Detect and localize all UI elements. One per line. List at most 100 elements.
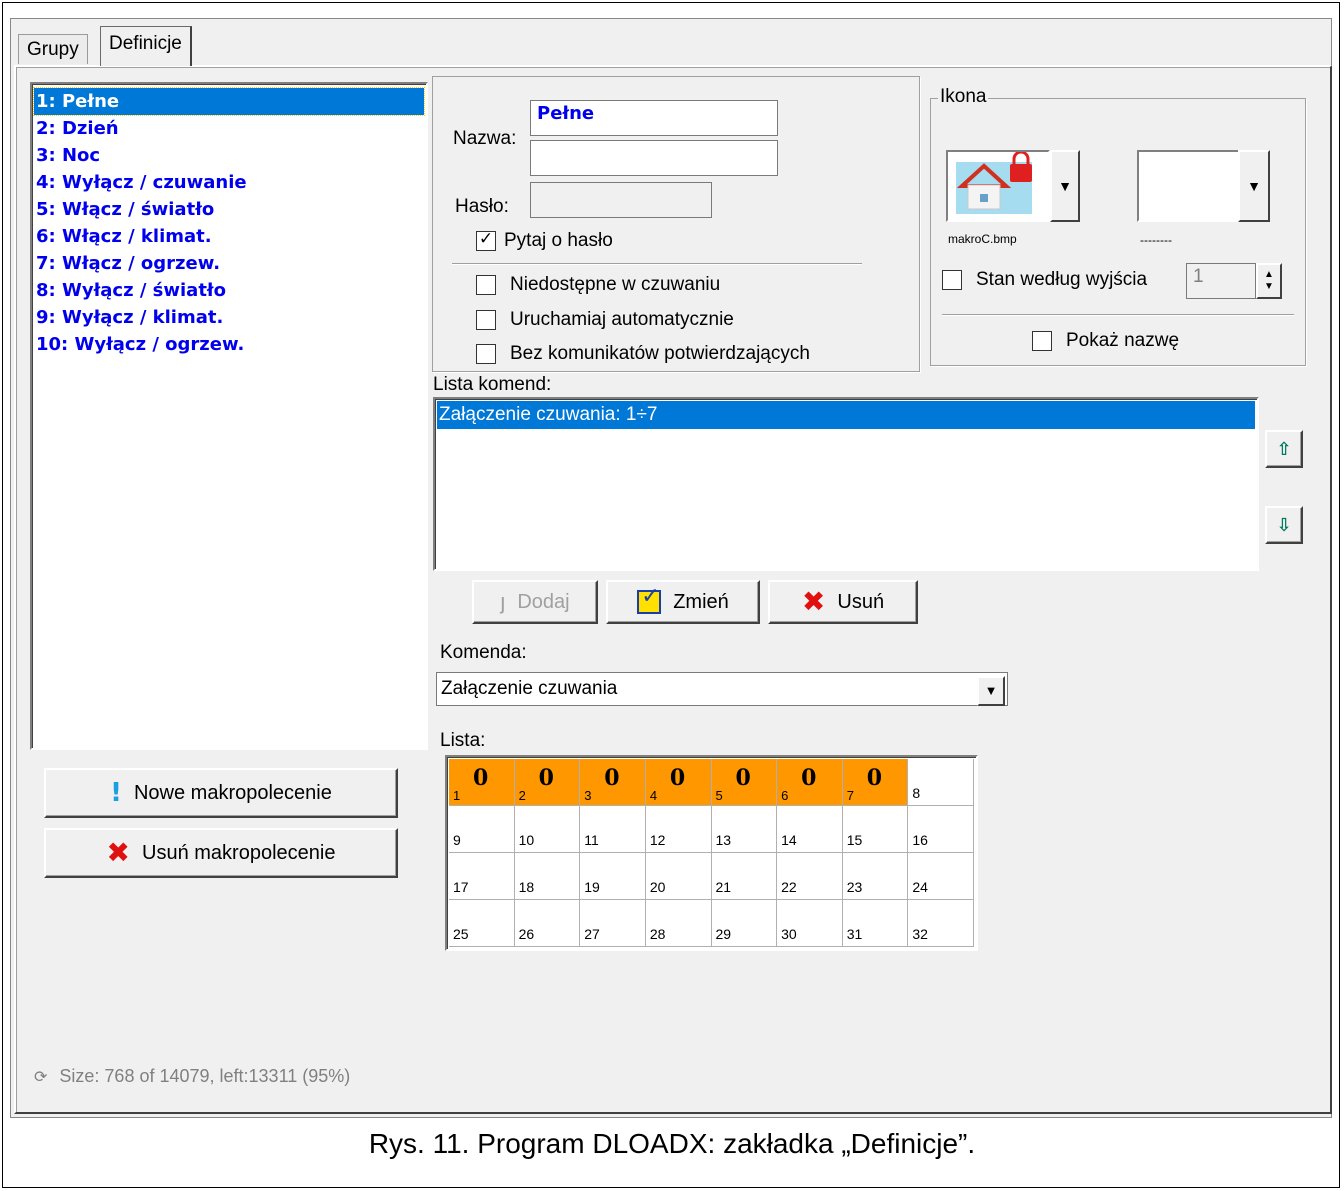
grid-cell-number: 4 [649, 788, 658, 803]
show-name-checkbox[interactable] [1032, 331, 1052, 351]
move-down-button[interactable]: ⇩ [1265, 506, 1303, 544]
no-confirm-checkbox[interactable] [476, 344, 496, 364]
command-list-item[interactable]: Załączenie czuwania: 1÷7 [437, 401, 1255, 429]
grid-cell[interactable]: 40 [645, 759, 712, 806]
status-text: Size: 768 of 14079, left:13311 (95%) [59, 1066, 351, 1086]
move-up-button[interactable]: ⇧ [1265, 430, 1303, 468]
name-input-2[interactable] [530, 140, 778, 176]
command-select-value: Załączenie czuwania [441, 678, 618, 699]
dropdown-arrow-icon: ▼ [1247, 178, 1261, 194]
grid-cell[interactable]: 23 [842, 853, 909, 900]
grid-cell[interactable]: 10 [449, 759, 515, 806]
grid-cell[interactable]: 16 [908, 806, 974, 853]
command-select[interactable]: Załączenie czuwania ▼ [436, 672, 1008, 706]
tab-definicje[interactable]: Definicje [100, 26, 192, 66]
grid-cell[interactable]: 29 [711, 900, 778, 947]
delete-command-button[interactable]: ✖ Usuń [768, 580, 918, 624]
grid-cell[interactable]: 19 [580, 853, 646, 900]
grid-cell[interactable]: 15 [842, 806, 909, 853]
macro-item[interactable]: 1: Pełne [33, 87, 425, 116]
macro-item[interactable]: 9: Wyłącz / klimat. [34, 304, 424, 331]
grid-cell[interactable]: 25 [449, 900, 515, 947]
grid-cell-number: 28 [649, 926, 666, 942]
delete-macro-label: Usuń makropolecenie [142, 841, 336, 864]
macro-item[interactable]: 6: Włącz / klimat. [34, 223, 424, 250]
grid-cell[interactable]: 26 [514, 900, 581, 947]
grid-cell[interactable]: 14 [777, 806, 843, 853]
grid-cell-number: 30 [781, 926, 797, 942]
grid-cell[interactable]: 12 [645, 806, 712, 853]
grid-cell[interactable]: 9 [449, 806, 515, 853]
grid-cell[interactable]: 32 [908, 900, 974, 947]
macro-item[interactable]: 2: Dzień [34, 115, 424, 142]
add-button[interactable]: ȷ Dodaj [472, 580, 598, 624]
macro-item[interactable]: 7: Włącz / ogrzew. [34, 250, 424, 277]
macro-item[interactable]: 8: Wyłącz / światło [34, 277, 424, 304]
partition-grid[interactable]: 1 0 2 0 3 0 4 0 5 0 6 0 7 0 8 9 10 11 12 13 14 15 16 17 18 19 20 21… [445, 755, 978, 951]
grid-cell[interactable]: 21 [711, 853, 778, 900]
grid-cell[interactable]: 20 [514, 759, 581, 806]
grid-cell-number: 19 [584, 879, 600, 895]
show-name-label: Pokaż nazwę [1066, 330, 1180, 351]
state-by-output-row[interactable]: Stan według wyjścia [942, 269, 1147, 291]
macro-item[interactable]: 5: Włącz / światło [34, 196, 424, 223]
macro-item[interactable]: 4: Wyłącz / czuwanie [34, 169, 424, 196]
grid-cell[interactable]: 30 [777, 900, 843, 947]
grid-cell[interactable]: 22 [777, 853, 843, 900]
command-list[interactable]: Załączenie czuwania: 1÷7 [433, 397, 1259, 571]
macro-item[interactable]: 3: Noc [34, 142, 424, 169]
change-button[interactable]: Zmień [606, 580, 760, 624]
run-auto-row[interactable]: Uruchamiaj automatycznie [476, 309, 734, 331]
unavailable-armed-row[interactable]: Niedostępne w czuwaniu [476, 274, 720, 296]
grid-cell[interactable]: 17 [449, 853, 515, 900]
grid-cell[interactable]: 18 [514, 853, 581, 900]
change-label: Zmień [673, 590, 729, 613]
grid-cell[interactable]: 50 [711, 759, 778, 806]
tab-grupy[interactable]: Grupy [18, 34, 88, 64]
no-confirm-row[interactable]: Bez komunikatów potwierdzających [476, 343, 810, 365]
grid-cell[interactable]: 60 [777, 759, 843, 806]
ask-password-label: Pytaj o hasło [504, 230, 613, 251]
run-auto-checkbox[interactable] [476, 310, 496, 330]
grid-cell[interactable]: 70 [842, 759, 909, 806]
name-input[interactable]: Pełne [530, 100, 778, 136]
grid-cell-number: 17 [453, 879, 469, 895]
grid-cell-number: 3 [584, 788, 592, 803]
arrow-down-icon: ⇩ [1276, 514, 1292, 536]
show-name-row[interactable]: Pokaż nazwę [1032, 330, 1179, 352]
delete-label: Usuń [837, 590, 885, 613]
icon-separator [942, 314, 1294, 316]
add-icon: ȷ [500, 589, 506, 614]
command-select-dropdown[interactable]: ▼ [977, 676, 1005, 706]
macro-list[interactable]: 1: Pełne 2: Dzień 3: Noc 4: Wyłącz / czu… [30, 82, 428, 750]
grid-cell[interactable]: 30 [580, 759, 646, 806]
icon-picker-2[interactable] [1137, 150, 1241, 222]
ask-password-row[interactable]: ✓ Pytaj o hasło [476, 230, 613, 252]
delete-macro-button[interactable]: ✖ Usuń makropolecenie [44, 828, 398, 878]
password-input[interactable] [530, 182, 712, 218]
output-spinner[interactable]: ▲ ▼ [1256, 263, 1282, 299]
unavailable-armed-checkbox[interactable] [476, 275, 496, 295]
command-label: Komenda: [440, 642, 527, 663]
output-number-input[interactable]: 1 [1186, 263, 1256, 299]
ask-password-checkbox[interactable]: ✓ [476, 231, 496, 251]
add-label: Dodaj [517, 590, 570, 613]
grid-cell-value: 0 [538, 765, 554, 791]
grid-cell[interactable]: 11 [580, 806, 646, 853]
grid-cell[interactable]: 13 [711, 806, 778, 853]
grid-cell[interactable]: 24 [908, 853, 974, 900]
grid-cell[interactable]: 31 [842, 900, 909, 947]
grid-cell-number: 2 [518, 788, 526, 803]
icon-group-title: Ikona [938, 86, 989, 108]
icon-picker-1[interactable] [946, 150, 1050, 222]
macro-item[interactable]: 10: Wyłącz / ogrzew. [34, 331, 424, 358]
grid-cell[interactable]: 27 [580, 900, 646, 947]
grid-cell[interactable]: 20 [645, 853, 712, 900]
grid-cell[interactable]: 10 [514, 806, 581, 853]
new-macro-button[interactable]: ! Nowe makropolecenie [44, 768, 398, 818]
icon-picker-2-dropdown[interactable]: ▼ [1238, 150, 1270, 222]
grid-cell[interactable]: 28 [645, 900, 712, 947]
grid-cell[interactable]: 8 [908, 759, 974, 806]
icon-picker-1-dropdown[interactable]: ▼ [1050, 150, 1080, 222]
state-by-output-checkbox[interactable] [942, 270, 962, 290]
